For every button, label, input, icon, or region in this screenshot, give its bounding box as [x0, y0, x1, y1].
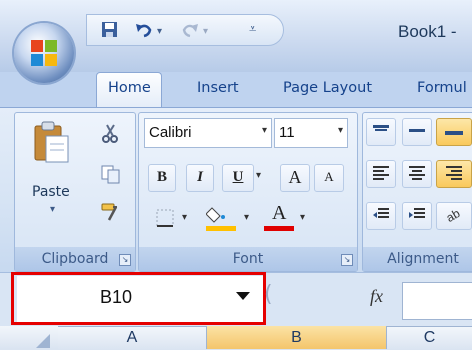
font-size-value: 11: [279, 124, 295, 141]
copy-icon: [101, 165, 120, 184]
customize-icon[interactable]: ⩡: [249, 21, 256, 39]
align-right-icon: [446, 166, 462, 180]
undo-icon[interactable]: [135, 21, 153, 42]
quick-access-toolbar: ▾ ▾ ⩡: [86, 14, 284, 46]
column-header-b[interactable]: B: [207, 326, 387, 349]
align-center-icon: [409, 166, 425, 180]
copy-button[interactable]: [100, 164, 122, 184]
grow-font-button[interactable]: A: [280, 164, 310, 192]
expand-handle-icon[interactable]: (: [264, 282, 273, 307]
italic-button[interactable]: I: [186, 164, 214, 192]
office-button[interactable]: [14, 23, 74, 83]
tab-home-label[interactable]: Home: [108, 80, 151, 96]
borders-dropdown-icon[interactable]: ▾: [182, 212, 187, 223]
bold-button[interactable]: B: [148, 164, 176, 192]
underline-dropdown-icon[interactable]: ▾: [256, 170, 261, 181]
font-color-letter: A: [272, 202, 287, 224]
select-all-button[interactable]: [0, 326, 58, 349]
clipboard-group-label: Clipboard: [15, 247, 135, 271]
font-name-box[interactable]: Calibri ▾: [144, 118, 272, 148]
align-left-button[interactable]: [366, 160, 396, 188]
office-logo-icon: [31, 40, 57, 66]
shrink-font-button[interactable]: A: [314, 164, 344, 192]
middle-align-button[interactable]: [402, 118, 432, 146]
font-name-value: Calibri: [149, 124, 192, 141]
formula-input[interactable]: [402, 282, 472, 320]
fill-color-swatch: [206, 226, 236, 231]
align-middle-icon: [409, 129, 425, 132]
fill-dropdown-icon[interactable]: ▾: [244, 212, 249, 223]
font-dialog-launcher[interactable]: ↘: [341, 254, 353, 266]
paste-label: Paste: [32, 184, 70, 200]
alignment-group-label: Alignment: [363, 247, 472, 271]
align-right-button[interactable]: [436, 160, 472, 188]
align-bottom-icon: [445, 131, 463, 135]
format-painter-button[interactable]: [100, 202, 122, 222]
select-all-triangle-icon: [36, 334, 50, 348]
paste-dropdown-icon: ▾: [50, 204, 56, 215]
font-color-swatch: [264, 226, 294, 231]
save-icon[interactable]: [101, 21, 118, 42]
underline-button[interactable]: U: [222, 164, 254, 192]
increase-indent-button[interactable]: [402, 202, 432, 230]
borders-icon: [156, 209, 174, 227]
redo-icon[interactable]: [181, 21, 199, 42]
column-header-c[interactable]: C: [387, 326, 472, 349]
bottom-align-button[interactable]: [436, 118, 472, 146]
font-group-label: Font: [139, 247, 357, 271]
format-painter-icon: [101, 203, 118, 221]
window-title: Book1 -: [398, 22, 457, 41]
borders-button[interactable]: [148, 204, 182, 232]
tab-page-layout[interactable]: Page Layout: [283, 80, 372, 96]
clipboard-dialog-launcher[interactable]: ↘: [119, 254, 131, 266]
align-left-icon: [373, 166, 389, 180]
text-orientation-icon: ab: [444, 206, 463, 225]
align-top-icon: [373, 125, 389, 131]
chevron-down-icon[interactable]: ▾: [338, 125, 343, 136]
fill-color-button[interactable]: [205, 204, 242, 234]
svg-text:ab: ab: [444, 207, 463, 223]
top-align-button[interactable]: [366, 118, 396, 146]
chevron-down-icon[interactable]: ▾: [262, 125, 267, 136]
font-color-button[interactable]: A: [264, 202, 296, 234]
tab-formulas[interactable]: Formul: [417, 80, 467, 96]
formula-controls: ( fx: [264, 280, 406, 320]
name-box-highlight: [11, 272, 266, 325]
decrease-indent-button[interactable]: [366, 202, 396, 230]
cut-button[interactable]: [100, 124, 122, 144]
redo-dropdown-icon[interactable]: ▾: [203, 23, 208, 41]
fill-bucket-icon: [205, 207, 225, 223]
column-header-a[interactable]: A: [58, 326, 207, 349]
paste-button[interactable]: Paste ▾: [22, 118, 86, 216]
increase-indent-icon: [409, 208, 425, 218]
tab-insert[interactable]: Insert: [197, 80, 239, 96]
orientation-button[interactable]: ab: [436, 202, 472, 230]
font-color-dropdown-icon[interactable]: ▾: [300, 212, 305, 223]
align-center-button[interactable]: [402, 160, 432, 188]
decrease-indent-icon: [373, 208, 389, 218]
fx-icon[interactable]: fx: [370, 286, 383, 307]
scissors-icon: [102, 124, 118, 143]
undo-dropdown-icon[interactable]: ▾: [157, 23, 162, 41]
font-size-box[interactable]: 11 ▾: [274, 118, 348, 148]
paste-icon: [34, 121, 69, 163]
